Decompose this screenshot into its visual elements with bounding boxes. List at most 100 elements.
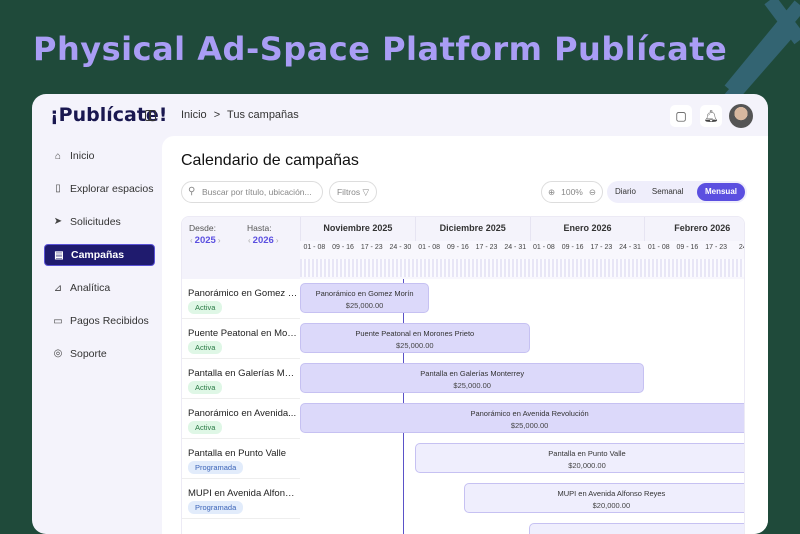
view-mensual[interactable]: Mensual [696, 183, 745, 201]
breadcrumb-separator: > [213, 109, 221, 121]
zoom-in-icon[interactable]: ⊕ [548, 182, 555, 202]
hasta-year: ‹ 2026 › [246, 235, 280, 246]
week-label: 17 - 23 [705, 244, 728, 251]
filters-label: Filtros [336, 187, 361, 197]
campaign-row[interactable]: Pantalla en Galerías Mon... Activa [182, 359, 300, 399]
hasta-value: 2026 [252, 235, 274, 246]
sidebar-item-label: Solicitudes [70, 215, 121, 228]
search-icon: ⚲ [188, 186, 196, 197]
sidebar-toggle-icon[interactable] [145, 110, 156, 121]
bar-title: Puente Peatonal en Morones Prieto [355, 329, 475, 338]
headset-icon: ◎ [53, 348, 63, 360]
week-label: 01 - 08 [418, 244, 441, 251]
month-label: Diciembre 2025 [414, 217, 530, 241]
campaign-row[interactable]: Panorámico en Avenida... Activa [182, 399, 300, 439]
main-content: Calendario de campañas ⚲ Buscar por títul… [162, 136, 768, 534]
bar-price: $25,000.00 [345, 301, 384, 310]
week-label: 09 - 16 [561, 244, 584, 251]
messages-icon[interactable]: ▢ [670, 105, 692, 127]
week-label: 01 - 08 [647, 244, 670, 251]
map-icon: ▯ [55, 183, 61, 195]
sidebar-item-label: Analítica [70, 282, 111, 295]
zoom-control: ⊕ 100% ⊖ [541, 181, 603, 203]
zoom-out-icon[interactable]: ⊖ [589, 182, 596, 202]
week-label: 17 - 23 [360, 244, 383, 251]
desde-value: 2025 [194, 235, 216, 246]
view-diario[interactable]: Diario [607, 183, 644, 201]
sidebar-item-1[interactable]: ▯ Explorar espacios [44, 178, 155, 200]
hasta-label: Hasta: [247, 223, 272, 233]
week-label: 24 - 31 [504, 244, 527, 251]
next-year-icon[interactable]: › [276, 236, 279, 245]
bar-price: $25,000.00 [453, 381, 491, 390]
bar-title: MUPI en Avenida Alfonso Reyes [557, 489, 666, 498]
bar-price: $25,000.00 [510, 421, 549, 430]
chart-icon: ⊿ [53, 282, 63, 294]
campaign-name: Panorámico en Avenida... [188, 408, 297, 419]
campaign-name: MUPI en Avenida Alfonso... [188, 488, 298, 499]
status-badge: Activa [188, 341, 223, 354]
breadcrumb-home[interactable]: Inicio [181, 109, 207, 121]
bar-price: $20,000.00 [568, 461, 606, 470]
status-badge: Programada [188, 501, 244, 514]
week-label: 01 - 08 [303, 244, 326, 251]
prev-year-icon[interactable]: ‹ [248, 236, 251, 245]
campaign-row[interactable]: Pantalla en Punto Valle Programada [182, 439, 300, 479]
prev-year-icon[interactable]: ‹ [190, 236, 193, 245]
wallet-icon: ▭ [53, 315, 63, 327]
campaign-bar[interactable]: Panorámico en Avenida Revolución $25,000.… [300, 403, 744, 433]
month-label: Noviembre 2025 [300, 217, 415, 241]
avatar[interactable] [729, 104, 753, 128]
week-label: 24 - [738, 244, 744, 251]
bell-icon[interactable]: 🔔︎ [700, 105, 722, 127]
breadcrumb-current: Tus campañas [227, 109, 299, 121]
campaign-bar[interactable]: Panorámico en Gomez Morín $25,000.00 [300, 283, 430, 313]
week-label: 24 - 31 [619, 244, 641, 251]
view-semanal[interactable]: Semanal [644, 183, 692, 201]
view-switcher: Diario Semanal Mensual [607, 181, 747, 203]
sidebar-item-label: Pagos Recibidos [70, 315, 149, 327]
next-year-icon[interactable]: › [218, 236, 221, 245]
week-label: 17 - 23 [590, 244, 613, 251]
sidebar-item-5[interactable]: ▭ Pagos Recibidos [44, 310, 155, 332]
campaign-row[interactable]: Panorámico en Gomez M... Activa [182, 279, 300, 319]
week-label: 09 - 16 [332, 244, 354, 251]
sidebar-item-3[interactable]: ▤ Campañas [44, 244, 155, 267]
campaign-bar[interactable] [529, 523, 744, 534]
sidebar-item-label: Soporte [70, 347, 107, 360]
campaign-row[interactable]: MUPI en Avenida Alfonso... Programada [182, 479, 300, 519]
campaign-bar[interactable]: Puente Peatonal en Morones Prieto $25,000… [300, 323, 530, 353]
status-badge: Activa [188, 421, 223, 434]
sidebar-item-label: Explorar espacios [70, 182, 154, 195]
date-range-header: Desde: Hasta: ‹ 2025 › ‹ 2026 › [182, 217, 300, 279]
week-label: 01 - 08 [533, 244, 555, 251]
month-label: Febrero 2026 [644, 217, 744, 241]
sidebar-item-4[interactable]: ⊿ Analítica [44, 277, 155, 299]
sidebar-item-2[interactable]: ➤ Solicitudes [44, 211, 155, 233]
status-badge: Activa [188, 301, 223, 314]
desde-label: Desde: [189, 223, 216, 233]
campaign-bar[interactable]: MUPI en Avenida Alfonso Reyes $20,000.00 [463, 483, 744, 513]
campaign-calendar: Desde: Hasta: ‹ 2025 › ‹ 2026 › Noviembre 20… [181, 216, 745, 534]
bar-price: $20,000.00 [592, 501, 631, 510]
week-label: 24 - 30 [389, 244, 412, 251]
bar-title: Panorámico en Gomez Morín [315, 289, 414, 298]
campaign-name: Pantalla en Galerías Mon... [188, 368, 298, 379]
sidebar-item-6[interactable]: ◎ Soporte [44, 343, 155, 365]
sidebar-item-label: Inicio [70, 150, 95, 162]
home-icon: ⌂ [54, 150, 62, 162]
campaign-name: Pantalla en Punto Valle [188, 448, 287, 459]
campaign-row[interactable]: Puente Peatonal en Moro... Activa [182, 319, 300, 359]
filters-button[interactable]: Filtros ▽ [329, 181, 377, 203]
week-label: 17 - 23 [475, 244, 498, 251]
day-grid [300, 259, 744, 277]
bar-title: Pantalla en Punto Valle [548, 449, 626, 458]
search-input[interactable]: ⚲ Buscar por título, ubicación... [181, 181, 323, 203]
filter-icon: ▽ [362, 187, 370, 197]
campaign-bar[interactable]: Pantalla en Galerías Monterrey $25,000.00 [300, 363, 645, 393]
week-label: 09 - 16 [676, 244, 699, 251]
search-placeholder: Buscar por título, ubicación... [202, 187, 312, 197]
page-title: Calendario de campañas [181, 152, 359, 169]
sidebar-item-0[interactable]: ⌂ Inicio [44, 145, 155, 167]
campaign-bar[interactable]: Pantalla en Punto Valle $20,000.00 [414, 443, 744, 473]
